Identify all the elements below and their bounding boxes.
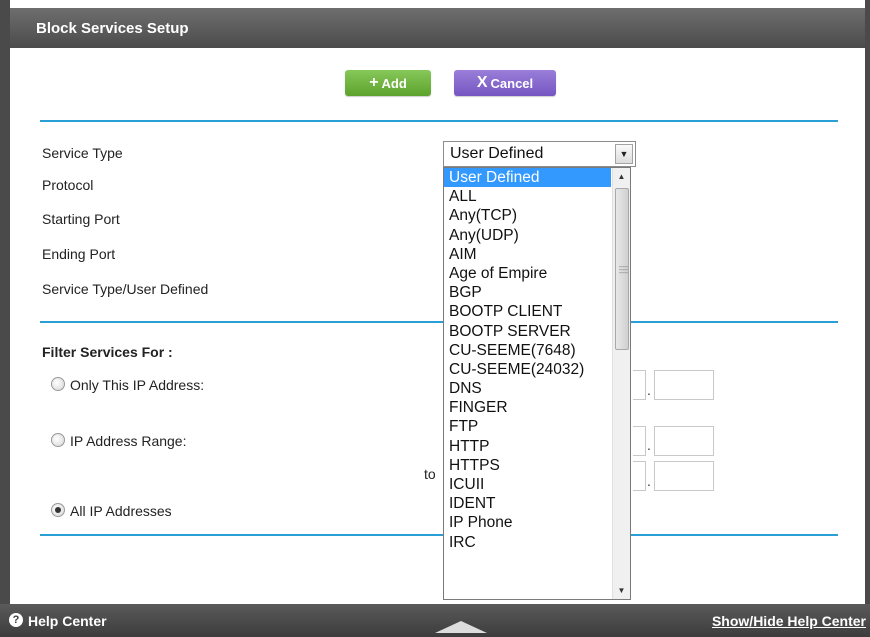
ip-range-label: IP Address Range: [70,433,187,449]
divider-bottom [40,534,838,536]
all-ip-label: All IP Addresses [70,503,172,519]
chevron-down-icon[interactable]: ▼ [615,144,633,164]
dropdown-option[interactable]: CU-SEEME(7648) [444,341,611,360]
dropdown-option[interactable]: HTTPS [444,456,611,475]
dropdown-option[interactable]: DNS [444,379,611,398]
dropdown-option[interactable]: IP Phone [444,513,611,532]
dropdown-option[interactable]: Age of Empire [444,264,611,283]
grip-icon: — — — [619,261,628,277]
help-icon[interactable]: ? [9,613,23,627]
show-hide-help-link[interactable]: Show/Hide Help Center [712,613,866,629]
dropdown-option[interactable]: ICUII [444,475,611,494]
ip-dot: . [647,382,651,398]
dropdown-option[interactable]: IDENT [444,494,611,513]
only-this-ip-label: Only This IP Address: [70,377,205,393]
dropdown-option[interactable]: AIM [444,245,611,264]
ip-dot: . [647,437,651,453]
service-type-dropdown[interactable]: User Defined ALL Any(TCP) Any(UDP) AIM Age of… [443,167,631,600]
dropdown-option[interactable]: FINGER [444,398,611,417]
ending-port-label: Ending Port [42,246,116,262]
left-border [0,0,10,637]
right-border [865,0,870,637]
dropdown-option[interactable]: BGP [444,283,611,302]
page-frame [0,0,870,637]
top-strip [0,0,870,8]
scroll-up-icon[interactable]: ▲ [613,168,630,185]
range-start-octet-4[interactable] [654,426,714,456]
add-button[interactable]: + Add [345,70,431,96]
page-title: Block Services Setup [36,20,189,37]
divider-middle [40,321,838,323]
ip-dot: . [647,473,651,489]
add-button-label: Add [381,75,407,91]
dropdown-option[interactable]: FTP [444,417,611,436]
service-type-user-defined-label: Service Type/User Defined [42,281,209,297]
close-icon: X [476,74,488,91]
help-center-link[interactable]: Help Center [28,613,107,629]
ip-range-radio[interactable] [51,433,65,447]
range-start-octet-3[interactable] [633,426,646,456]
service-type-options: User Defined ALL Any(TCP) Any(UDP) AIM Age of… [444,168,611,552]
range-end-octet-3[interactable] [633,461,646,491]
range-to-label: to [424,466,436,482]
service-type-label: Service Type [42,145,123,161]
divider-top [40,120,838,122]
expand-arrow-icon[interactable] [435,621,487,633]
cancel-button-label: Cancel [490,75,534,91]
dropdown-option[interactable]: BOOTP CLIENT [444,302,611,321]
cancel-button[interactable]: X Cancel [454,70,556,96]
dropdown-option[interactable]: ALL [444,187,611,206]
dropdown-option[interactable]: Any(UDP) [444,226,611,245]
dropdown-option[interactable]: BOOTP SERVER [444,322,611,341]
range-end-octet-4[interactable] [654,461,714,491]
protocol-label: Protocol [42,177,94,193]
starting-port-label: Starting Port [42,211,120,227]
filter-heading: Filter Services For : [42,344,173,360]
service-type-select[interactable]: User Defined ▼ [443,141,636,167]
dropdown-option[interactable]: IRC [444,533,611,552]
dropdown-option[interactable]: Any(TCP) [444,206,611,225]
scroll-down-icon[interactable]: ▼ [613,582,630,599]
service-type-value: User Defined [450,145,544,162]
dropdown-option[interactable]: CU-SEEME(24032) [444,360,611,379]
only-ip-octet-4[interactable] [654,370,714,400]
scrollbar-thumb[interactable]: — — — [615,188,629,350]
dropdown-scrollbar[interactable]: ▲ — — — ▼ [612,168,630,599]
dropdown-option[interactable]: User Defined [444,168,611,188]
dropdown-option[interactable]: HTTP [444,437,611,456]
only-ip-octet-3[interactable] [633,370,646,400]
footer-bar: ? Help Center Show/Hide Help Center [0,604,870,637]
plus-icon: + [369,74,379,91]
title-bar: Block Services Setup [10,8,865,48]
only-this-ip-radio[interactable] [51,377,65,391]
all-ip-radio[interactable] [51,503,65,517]
